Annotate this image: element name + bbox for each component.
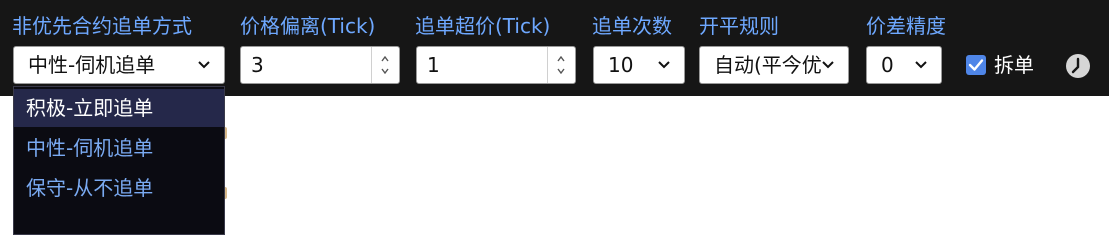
dropdown-option-conservative[interactable]: 保守-从不追单: [14, 169, 224, 207]
chase-over-price-stepper[interactable]: 1: [416, 46, 576, 84]
price-offset-spin-buttons[interactable]: [371, 47, 399, 83]
caret-down-icon[interactable]: [381, 68, 389, 74]
price-precision-label: 价差精度: [866, 14, 946, 38]
chase-mode-selected-value: 中性-伺机追单: [28, 53, 156, 77]
open-close-rule-select[interactable]: 自动(平今优: [699, 46, 849, 84]
open-close-rule-label: 开平规则: [699, 14, 779, 38]
chase-mode-select[interactable]: 中性-伺机追单: [13, 46, 225, 84]
chase-count-label: 追单次数: [592, 14, 672, 38]
chase-over-price-spin-buttons[interactable]: [547, 47, 575, 83]
price-precision-select[interactable]: 0: [866, 46, 942, 84]
open-close-rule-selected-value: 自动(平今优: [714, 53, 822, 77]
caret-up-icon[interactable]: [381, 56, 389, 62]
chase-over-price-label: 追单超价(Tick): [415, 14, 551, 38]
price-offset-stepper[interactable]: 3: [240, 46, 400, 84]
chevron-down-icon: [915, 61, 927, 69]
price-precision-selected-value: 0: [881, 53, 894, 77]
chase-count-selected-value: 10: [608, 53, 634, 77]
split-order-checkbox[interactable]: [966, 55, 986, 75]
clock-icon[interactable]: [1065, 53, 1091, 79]
dropdown-option-aggressive[interactable]: 积极-立即追单: [14, 89, 224, 127]
chase-mode-dropdown-list: 积极-立即追单 中性-伺机追单 保守-从不追单: [13, 86, 225, 235]
caret-up-icon[interactable]: [557, 56, 565, 62]
price-offset-value: 3: [251, 53, 264, 77]
chase-count-select[interactable]: 10: [593, 46, 685, 84]
chevron-down-icon: [658, 61, 670, 69]
split-order-label[interactable]: 拆单: [994, 51, 1034, 79]
chevron-down-icon: [822, 61, 834, 69]
chase-over-price-value: 1: [427, 53, 440, 77]
caret-down-icon[interactable]: [557, 68, 565, 74]
checkmark-icon: [968, 59, 984, 71]
price-offset-label: 价格偏离(Tick): [240, 14, 376, 38]
chevron-down-icon: [198, 61, 210, 69]
order-settings-toolbar: 非优先合约追单方式 价格偏离(Tick) 追单超价(Tick) 追单次数 开平规…: [0, 0, 1109, 96]
dropdown-option-neutral[interactable]: 中性-伺机追单: [14, 129, 224, 167]
chase-mode-label: 非优先合约追单方式: [12, 14, 192, 38]
